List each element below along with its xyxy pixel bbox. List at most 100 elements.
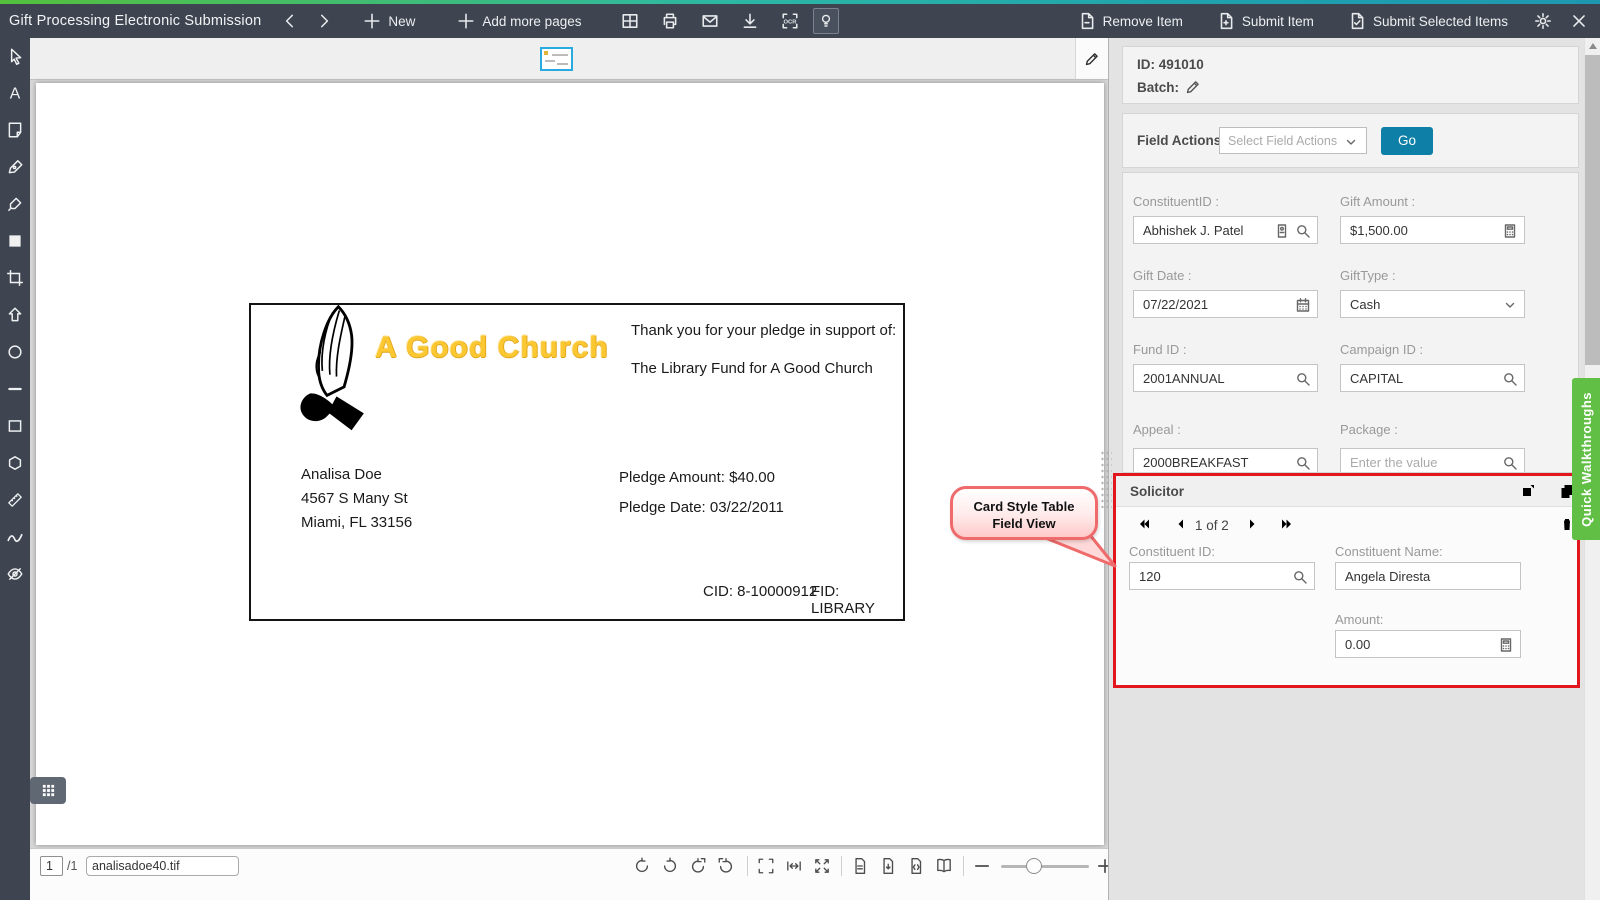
page-thumbnail[interactable] [540, 47, 573, 71]
select-cursor-icon[interactable] [6, 47, 24, 65]
filename-input[interactable] [86, 856, 239, 876]
solicitor-header: Solicitor [1116, 476, 1577, 507]
freehand-icon[interactable] [6, 528, 24, 546]
hide-annotations-icon[interactable] [6, 565, 24, 583]
submit-item-button[interactable]: Submit Item [1217, 12, 1314, 30]
close-icon[interactable] [1570, 12, 1588, 30]
zoom-slider-track[interactable] [1001, 865, 1089, 868]
drag-handle-dots[interactable] [1100, 450, 1112, 508]
gift-amount-input[interactable] [1341, 217, 1524, 243]
package-field[interactable] [1340, 448, 1525, 473]
page-total-label: /1 [67, 859, 77, 873]
campaign-id-field[interactable] [1340, 364, 1525, 392]
scrollbar-thumb[interactable] [1585, 55, 1600, 365]
contact-card-icon[interactable] [1274, 223, 1290, 239]
sol-constituent-id-input[interactable] [1130, 563, 1314, 589]
gift-type-value[interactable] [1341, 291, 1524, 317]
go-button[interactable]: Go [1381, 127, 1433, 155]
field-actions-dropdown[interactable]: Select Field Actions [1219, 127, 1367, 154]
text-tool-icon[interactable]: A [6, 84, 24, 102]
search-icon[interactable] [1295, 371, 1311, 387]
ocr-icon[interactable]: OCR [781, 12, 799, 30]
grid-view-icon[interactable] [621, 12, 639, 30]
rotate-cw-icon[interactable] [661, 857, 679, 875]
line-icon[interactable] [6, 380, 24, 398]
rotate-page-cw-icon[interactable] [717, 857, 735, 875]
batch-edit-pencil-icon[interactable] [1185, 79, 1201, 95]
first-page-icon[interactable] [1136, 516, 1152, 532]
new-button[interactable]: New [363, 12, 415, 30]
calendar-icon[interactable] [1295, 297, 1311, 313]
appeal-field[interactable] [1133, 448, 1318, 473]
thumbnail-art [544, 51, 548, 55]
polygon-icon[interactable] [6, 454, 24, 472]
highlighter-icon[interactable] [6, 195, 24, 213]
zoom-out-icon[interactable] [973, 857, 991, 875]
chevron-down-icon[interactable] [1502, 297, 1518, 313]
fund-id-field[interactable] [1133, 364, 1318, 392]
filled-rectangle-icon[interactable] [6, 232, 24, 250]
constituent-id-field[interactable] [1133, 216, 1318, 244]
ellipse-icon[interactable] [6, 343, 24, 361]
doc-text-icon[interactable] [851, 857, 869, 875]
gift-amount-field[interactable] [1340, 216, 1525, 244]
sol-amount-field[interactable] [1335, 630, 1521, 658]
quick-walkthroughs-tab[interactable]: Quick Walkthroughs [1572, 378, 1600, 540]
package-input[interactable] [1341, 449, 1524, 473]
zoom-slider-knob[interactable] [1026, 858, 1042, 874]
search-icon[interactable] [1502, 455, 1518, 471]
search-icon[interactable] [1295, 223, 1311, 239]
previous-page-icon[interactable] [1173, 516, 1189, 532]
document-viewer: A Good Church Thank you for your pledge … [30, 38, 1108, 848]
arrow-stamp-icon[interactable] [6, 306, 24, 324]
open-external-icon[interactable] [1520, 483, 1536, 499]
thumbnails-toggle-button[interactable] [30, 777, 66, 804]
search-icon[interactable] [1502, 371, 1518, 387]
sol-amount-input[interactable] [1336, 631, 1520, 657]
sol-constituent-name-input[interactable] [1336, 563, 1520, 589]
calculator-icon[interactable] [1502, 223, 1518, 239]
fund-id-input[interactable] [1134, 365, 1317, 391]
gift-date-input[interactable] [1134, 291, 1317, 317]
pen-icon[interactable] [6, 158, 24, 176]
last-page-icon[interactable] [1279, 516, 1295, 532]
search-icon[interactable] [1292, 569, 1308, 585]
doc-code-icon[interactable] [907, 857, 925, 875]
lightbulb-toggle[interactable] [813, 8, 839, 34]
submit-selected-items-button[interactable]: Submit Selected Items [1348, 12, 1508, 30]
pencil-edit-icon[interactable] [1084, 51, 1100, 67]
doc-download-icon[interactable] [879, 857, 897, 875]
gear-icon[interactable] [1534, 12, 1552, 30]
rotate-ccw-icon[interactable] [633, 857, 651, 875]
calculator-icon[interactable] [1498, 637, 1514, 653]
email-icon[interactable] [701, 12, 719, 30]
chevron-left-icon[interactable] [281, 12, 299, 30]
appeal-input[interactable] [1134, 449, 1317, 473]
add-more-pages-button[interactable]: Add more pages [457, 12, 581, 30]
add-row-icon[interactable] [1504, 516, 1520, 532]
print-icon[interactable] [661, 12, 679, 30]
page-number-input[interactable] [40, 856, 63, 876]
rotate-page-ccw-icon[interactable] [689, 857, 707, 875]
book-view-icon[interactable] [935, 857, 953, 875]
scrollbar-up-arrow[interactable] [1585, 38, 1600, 54]
next-page-icon[interactable] [1244, 516, 1260, 532]
search-icon[interactable] [1295, 455, 1311, 471]
rectangle-icon[interactable] [6, 417, 24, 435]
svg-text:A: A [10, 86, 21, 102]
remove-item-button[interactable]: Remove Item [1078, 12, 1183, 30]
note-icon[interactable] [6, 121, 24, 139]
sol-constituent-name-field[interactable] [1335, 562, 1521, 590]
sol-constituent-id-field[interactable] [1129, 562, 1315, 590]
fit-page-icon[interactable] [813, 857, 831, 875]
crop-icon[interactable] [6, 269, 24, 287]
gift-type-select[interactable] [1340, 290, 1525, 318]
fullscreen-icon[interactable] [757, 857, 775, 875]
gift-date-field[interactable] [1133, 290, 1318, 318]
viewer-bottom-bar: /1 [30, 848, 1108, 900]
chevron-right-icon[interactable] [315, 12, 333, 30]
fit-width-icon[interactable] [785, 857, 803, 875]
campaign-id-input[interactable] [1341, 365, 1524, 391]
download-icon[interactable] [741, 12, 759, 30]
ruler-icon[interactable] [6, 491, 24, 509]
